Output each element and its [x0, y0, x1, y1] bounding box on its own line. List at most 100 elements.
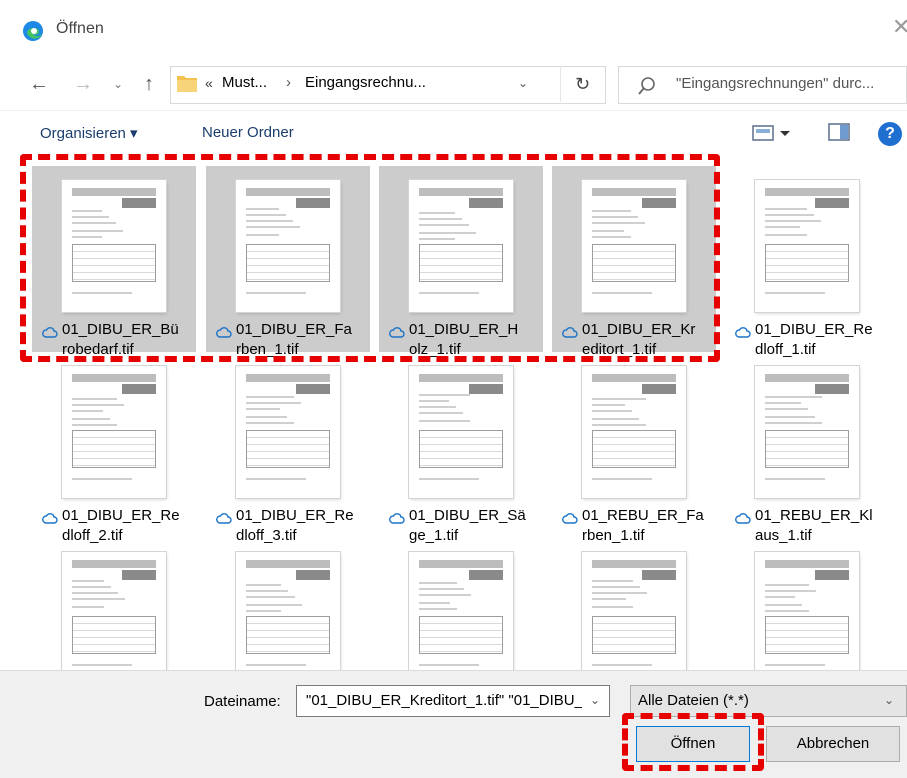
- address-separator-icon[interactable]: ›: [286, 74, 291, 91]
- thumbnail-line: [72, 418, 110, 420]
- preview-pane-icon[interactable]: [828, 122, 850, 142]
- recent-locations-button[interactable]: ⌄: [108, 66, 128, 102]
- thumbnail-logo: [469, 384, 503, 394]
- file-item[interactable]: [379, 538, 543, 670]
- thumbnail-header: [765, 188, 849, 196]
- thumbnail-footer: [592, 478, 652, 480]
- thumbnail-line: [765, 596, 795, 598]
- edge-browser-icon: [23, 21, 43, 41]
- thumbnail-table: [72, 616, 156, 654]
- address-segment-parent[interactable]: Must...: [222, 74, 267, 91]
- thumbnail-table: [419, 430, 503, 468]
- forward-button[interactable]: →: [70, 66, 96, 102]
- change-view-icon[interactable]: [752, 122, 792, 144]
- thumbnail-footer: [592, 664, 652, 666]
- thumbnail-line: [246, 590, 288, 592]
- file-type-value[interactable]: Alle Dateien (*.*): [638, 692, 749, 709]
- file-item[interactable]: [725, 538, 889, 670]
- search-input[interactable]: "Eingangsrechnungen" durc...: [676, 75, 874, 92]
- thumbnail-table: [72, 430, 156, 468]
- thumbnail-footer: [765, 478, 825, 480]
- thumbnail-line: [765, 402, 801, 404]
- thumbnail-table: [246, 616, 330, 654]
- window-title: Öffnen: [56, 20, 104, 37]
- thumbnail-line: [592, 598, 626, 600]
- thumbnail-header: [246, 560, 330, 568]
- address-segment-current[interactable]: Eingangsrechnu...: [305, 74, 426, 91]
- thumbnail-line: [592, 586, 640, 588]
- thumbnail-line: [419, 400, 449, 402]
- thumbnail-line: [765, 214, 814, 216]
- title-bar: [0, 0, 907, 60]
- thumbnail-header: [72, 560, 156, 568]
- thumbnail-line: [246, 402, 301, 404]
- thumbnail-table: [765, 244, 849, 282]
- thumbnail-line: [765, 396, 822, 398]
- thumbnail-logo: [815, 570, 849, 580]
- thumbnail-line: [246, 604, 302, 606]
- thumbnail-footer: [765, 664, 825, 666]
- file-name-line: 01_DIBU_ER_Re: [236, 507, 354, 524]
- file-name-line: 01_DIBU_ER_Re: [62, 507, 180, 524]
- file-item[interactable]: [32, 538, 196, 670]
- address-overflow-button[interactable]: «: [205, 75, 213, 91]
- thumbnail-line: [72, 398, 117, 400]
- thumbnail-line: [765, 610, 809, 612]
- thumbnail-header: [72, 374, 156, 382]
- file-thumbnail: [755, 552, 859, 670]
- file-thumbnail: [62, 366, 166, 498]
- file-item[interactable]: [206, 538, 370, 670]
- filename-dropdown-icon[interactable]: ⌄: [590, 693, 600, 707]
- file-item[interactable]: 01_REBU_ER_Kl aus_1.tif: [725, 352, 889, 544]
- file-thumbnail: [409, 366, 513, 498]
- thumbnail-footer: [419, 478, 479, 480]
- thumbnail-line: [246, 396, 294, 398]
- file-type-dropdown-icon[interactable]: ⌄: [884, 693, 894, 707]
- organize-button[interactable]: Organisieren ▾: [40, 124, 138, 142]
- filename-value[interactable]: "01_DIBU_ER_Kreditort_1.tif" "01_DIBU_ER…: [306, 692, 582, 709]
- file-item[interactable]: 01_DIBU_ER_Re dloff_1.tif: [725, 166, 889, 358]
- file-thumbnail: [755, 366, 859, 498]
- thumbnail-line: [72, 592, 118, 594]
- refresh-button[interactable]: ↻: [560, 66, 604, 102]
- back-button[interactable]: ←: [24, 66, 54, 102]
- thumbnail-logo: [296, 384, 330, 394]
- thumbnail-line: [765, 208, 807, 210]
- thumbnail-logo: [642, 570, 676, 580]
- thumbnail-line: [592, 410, 632, 412]
- thumbnail-header: [592, 374, 676, 382]
- address-dropdown-icon[interactable]: ⌄: [518, 76, 528, 90]
- file-item[interactable]: 01_DIBU_ER_Sä ge_1.tif: [379, 352, 543, 544]
- thumbnail-line: [765, 422, 822, 424]
- thumbnail-line: [246, 408, 280, 410]
- cancel-button[interactable]: Abbrechen: [766, 726, 900, 762]
- thumbnail-logo: [296, 570, 330, 580]
- thumbnail-logo: [642, 384, 676, 394]
- file-item[interactable]: [552, 538, 716, 670]
- help-button[interactable]: ?: [878, 122, 902, 146]
- thumbnail-logo: [815, 198, 849, 208]
- file-item[interactable]: 01_REBU_ER_Fa rben_1.tif: [552, 352, 716, 544]
- thumbnail-line: [419, 594, 471, 596]
- file-thumbnail: [409, 552, 513, 670]
- thumbnail-table: [592, 616, 676, 654]
- thumbnail-table: [246, 430, 330, 468]
- file-thumbnail: [755, 180, 859, 312]
- file-name-line: 01_REBU_ER_Kl: [755, 507, 873, 524]
- cloud-sync-icon: [389, 513, 405, 524]
- thumbnail-line: [592, 592, 647, 594]
- file-item[interactable]: 01_DIBU_ER_Re dloff_2.tif: [32, 352, 196, 544]
- thumbnail-line: [765, 590, 816, 592]
- new-folder-button[interactable]: Neuer Ordner: [202, 124, 294, 141]
- file-thumbnail: [582, 552, 686, 670]
- thumbnail-footer: [246, 478, 306, 480]
- close-icon[interactable]: ✕: [892, 14, 907, 40]
- thumbnail-line: [592, 418, 639, 420]
- thumbnail-line: [592, 606, 633, 608]
- up-button[interactable]: ↑: [136, 66, 162, 102]
- thumbnail-line: [246, 610, 281, 612]
- thumbnail-table: [419, 616, 503, 654]
- thumbnail-line: [765, 416, 815, 418]
- thumbnail-line: [72, 586, 111, 588]
- file-item[interactable]: 01_DIBU_ER_Re dloff_3.tif: [206, 352, 370, 544]
